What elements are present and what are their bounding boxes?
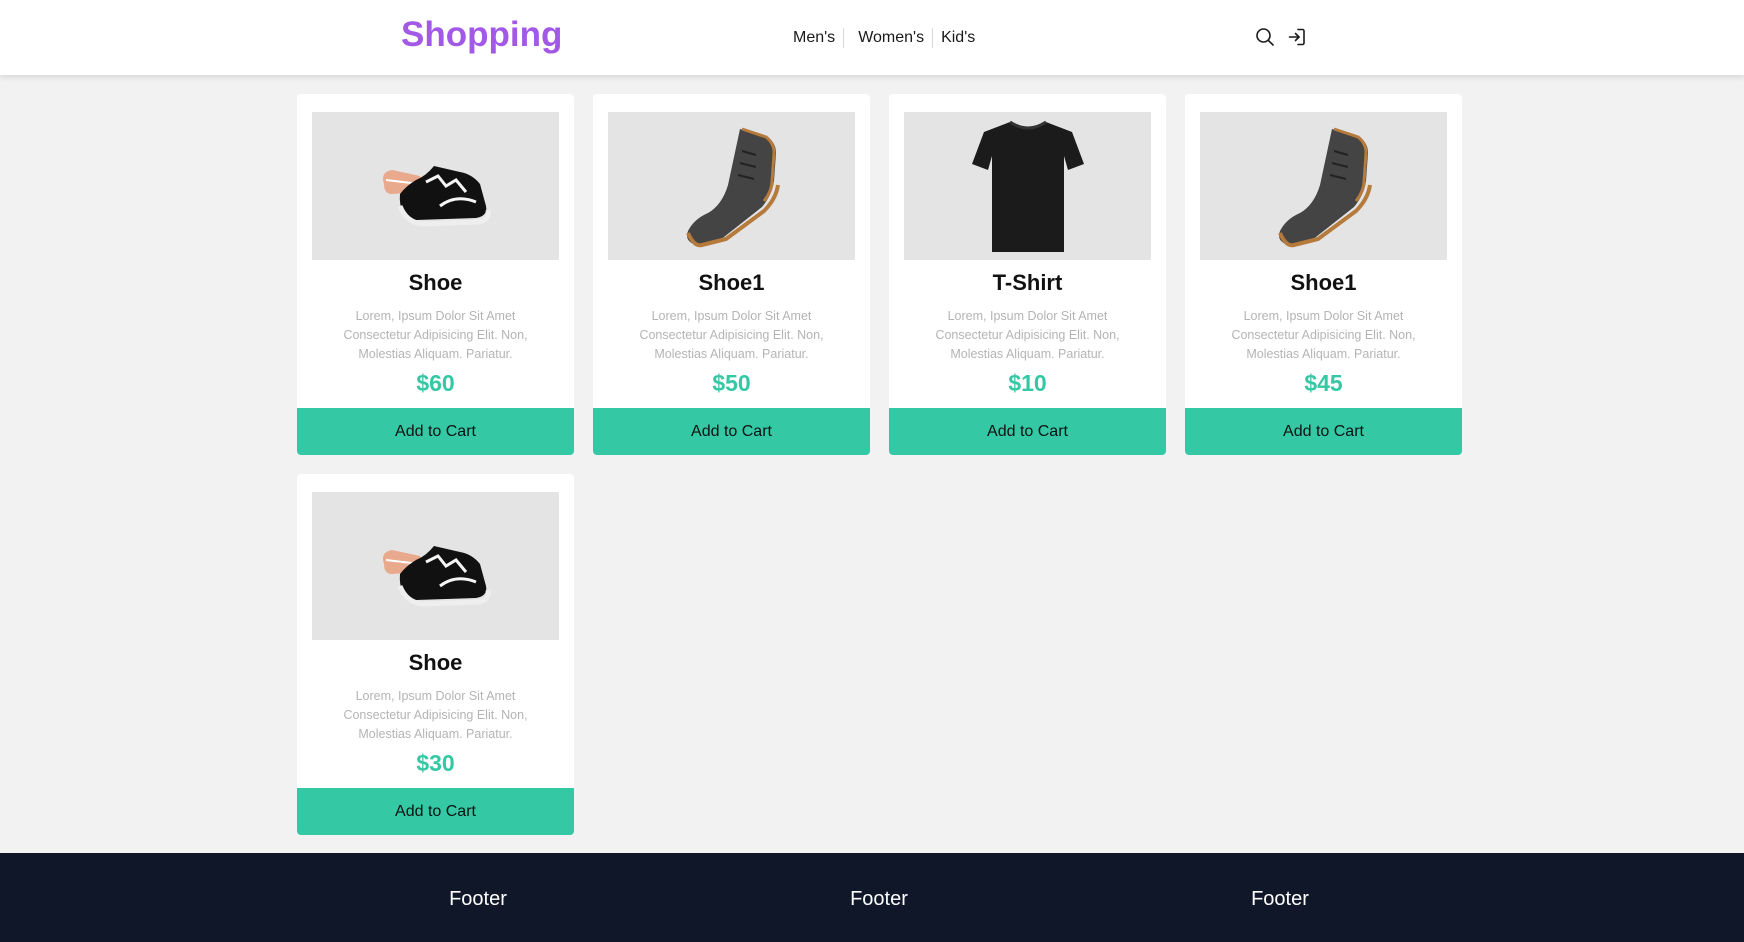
- nav-item-mens[interactable]: Men's: [785, 28, 843, 48]
- add-to-cart-button[interactable]: Add to Cart: [297, 788, 574, 835]
- add-to-cart-button[interactable]: Add to Cart: [889, 408, 1166, 455]
- product-card: Shoe1 Lorem, Ipsum Dolor Sit Amet Consec…: [593, 94, 870, 455]
- product-card: Shoe Lorem, Ipsum Dolor Sit Amet Consect…: [297, 94, 574, 455]
- product-description: Lorem, Ipsum Dolor Sit Amet Consectetur …: [935, 309, 1120, 361]
- product-price: $10: [1008, 370, 1047, 396]
- add-to-cart-button[interactable]: Add to Cart: [297, 408, 574, 455]
- product-price: $45: [1304, 370, 1343, 396]
- nav-item-womens[interactable]: Women's: [843, 28, 932, 48]
- product-name: T-Shirt: [992, 270, 1063, 295]
- footer-column: Footer: [449, 888, 507, 910]
- product-price: $60: [416, 370, 455, 396]
- sneaker-image[interactable]: [312, 492, 559, 640]
- nav-item-kids[interactable]: Kid's: [932, 28, 983, 48]
- login-icon[interactable]: [1286, 26, 1308, 48]
- product-name: Shoe: [408, 650, 463, 675]
- add-to-cart-button[interactable]: Add to Cart: [1185, 408, 1462, 455]
- search-icon[interactable]: [1254, 26, 1276, 48]
- product-name: Shoe1: [698, 270, 765, 295]
- footer-column: Footer: [1251, 888, 1309, 910]
- product-card: Shoe1 Lorem, Ipsum Dolor Sit Amet Consec…: [1185, 94, 1462, 455]
- boot-image[interactable]: [608, 112, 855, 260]
- product-name: Shoe1: [1290, 270, 1357, 295]
- boot-image[interactable]: [1200, 112, 1447, 260]
- brand-logo[interactable]: Shopping: [401, 15, 562, 55]
- product-price: $30: [416, 750, 455, 776]
- product-description: Lorem, Ipsum Dolor Sit Amet Consectetur …: [639, 309, 824, 361]
- header-actions: [1254, 26, 1308, 48]
- add-to-cart-button[interactable]: Add to Cart: [593, 408, 870, 455]
- tshirt-image[interactable]: [904, 112, 1151, 260]
- main-nav: Men's Women's Kid's: [785, 28, 983, 48]
- site-header: Shopping Men's Women's Kid's: [0, 0, 1744, 75]
- product-price: $50: [712, 370, 751, 396]
- product-name: Shoe: [408, 270, 463, 295]
- site-footer: Footer Footer Footer: [0, 853, 1744, 942]
- sneaker-image[interactable]: [312, 112, 559, 260]
- product-description: Lorem, Ipsum Dolor Sit Amet Consectetur …: [343, 689, 528, 741]
- product-card: T-Shirt Lorem, Ipsum Dolor Sit Amet Cons…: [889, 94, 1166, 455]
- footer-column: Footer: [850, 888, 908, 910]
- product-description: Lorem, Ipsum Dolor Sit Amet Consectetur …: [343, 309, 528, 361]
- product-grid: Shoe Lorem, Ipsum Dolor Sit Amet Consect…: [297, 94, 1462, 835]
- product-card: Shoe Lorem, Ipsum Dolor Sit Amet Consect…: [297, 474, 574, 835]
- product-description: Lorem, Ipsum Dolor Sit Amet Consectetur …: [1231, 309, 1416, 361]
